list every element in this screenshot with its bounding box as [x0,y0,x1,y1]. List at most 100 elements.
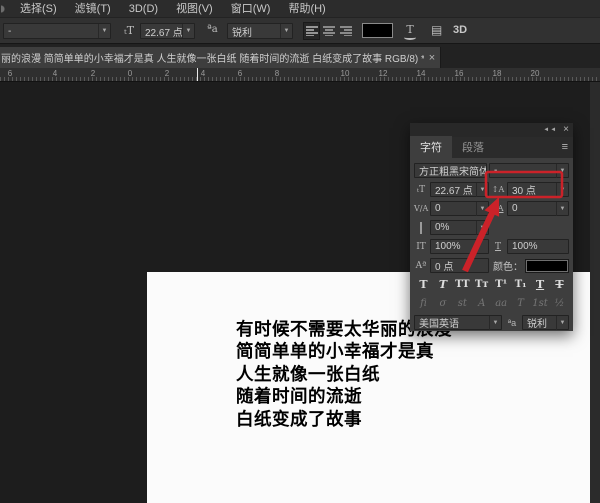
font-style-dropdown[interactable]: - ▼ [489,163,569,178]
opentype-feature-button[interactable]: st [454,297,471,310]
panel-tabs: 字符 段落 ≡ [410,137,573,158]
opentype-feature-button[interactable]: ½ [551,297,568,310]
anti-alias-dropdown[interactable]: 锐利 ▼ [227,23,293,39]
baseline-shift-value: 0 点 [431,258,488,273]
document-tab[interactable]: 丽的浪漫 简简单单的小幸福才是真 人生就像一张白纸 随着时间的流逝 白纸变成了故… [0,47,441,68]
ruler-tick-label: 4 [53,69,57,78]
ruler-tick-label: 0 [128,69,132,78]
chevron-down-icon: ▼ [280,24,292,38]
ruler-cursor-marker [197,68,198,81]
language-dropdown[interactable]: 美国英语 ▼ [414,315,502,330]
opentype-feature-button[interactable]: T [512,297,529,310]
ruler-tick-label: 2 [91,69,95,78]
close-icon[interactable]: × [563,125,569,135]
warp-arc [404,35,416,40]
proportional-spacing-icon [414,223,428,233]
align-right-button[interactable] [337,22,354,40]
horizontal-scale-input[interactable]: 100% [507,239,569,254]
font-family-dropdown[interactable]: 方正粗黑宋简体 [414,163,487,178]
leading-value: 30 点 [508,182,556,197]
baseline-shift-icon: Aª [414,261,428,271]
vertical-scale-input[interactable]: 100% [430,239,489,254]
ruler-tick-label: 10 [341,69,350,78]
style-italic-button[interactable]: T [434,278,451,292]
opentype-buttons-row: fiσstAaaT1st½ [414,296,569,311]
font-size-value: 22.67 点 [141,24,182,39]
chevron-down-icon: ▼ [489,316,501,330]
character-panel: ◄◄ × 字符 段落 ≡ 方正粗黑宋简体 - ▼ ₜT 22.67 点 [410,123,573,331]
font-style-dropdown[interactable]: - ▼ [3,23,111,39]
font-size-icon: ₜT [414,185,428,195]
canvas-text-line: 简简单单的小幸福才是真 [236,340,452,362]
ruler-tick-label: 6 [8,69,12,78]
align-left-button[interactable] [303,22,320,40]
opentype-feature-button[interactable]: σ [434,297,451,310]
style-underline-button[interactable]: T [532,278,549,292]
menu-item[interactable]: 3D(D) [120,0,167,18]
font-size-dropdown[interactable]: 22.67 点 ▼ [430,182,489,197]
style-caps-button[interactable]: TT [454,278,471,292]
photoshop-window: 选择(S)滤镜(T)3D(D)视图(V)窗口(W)帮助(H) - ▼ ₜT 22… [0,0,600,503]
canvas-text-line: 白纸变成了故事 [236,408,452,430]
ruler-tick-label: 2 [165,69,169,78]
leading-icon: ↕A [491,185,505,194]
document-tab-bar: 丽的浪漫 简简单单的小幸福才是真 人生就像一张白纸 随着时间的流逝 白纸变成了故… [0,44,600,68]
anti-alias-dropdown[interactable]: 锐利 ▼ [522,315,569,330]
language-value: 美国英语 [415,315,489,330]
font-size-dropdown[interactable]: 22.67 点 ▼ [140,23,195,39]
proportional-spacing-value: 0% [431,222,476,233]
kerning-dropdown[interactable]: 0 ▼ [430,201,489,216]
align-right-icon [340,26,352,36]
style-strike-button[interactable]: T [551,278,568,292]
ruler-tick-label: 4 [201,69,205,78]
warp-text-icon[interactable]: T [403,23,417,39]
tracking-icon: VA [491,204,505,213]
leading-dropdown[interactable]: 30 点 ▼ [507,182,569,197]
anti-alias-icon: ªa [504,318,520,328]
menu-item[interactable]: 窗口(W) [222,0,280,18]
3d-button[interactable]: 3D [453,24,467,40]
menu-item[interactable]: 滤镜(T) [66,0,120,18]
style-smallcaps-button[interactable]: Tт [473,278,490,292]
align-center-button[interactable] [320,22,337,40]
style-bold-button[interactable]: T [415,278,432,292]
window-edge-strip [590,82,600,503]
opentype-feature-button[interactable]: A [473,297,490,310]
font-size-icon: ₜT [124,24,134,40]
proportional-spacing-dropdown[interactable]: 0% ▼ [430,220,489,235]
text-tool-options-bar: - ▼ ₜT 22.67 点 ▼ ªa 锐利 ▼ [0,18,600,44]
style-sub-button[interactable]: T₁ [512,278,529,292]
collapse-panel-icon[interactable]: ◄◄ [543,127,557,133]
ruler-tick-label: 16 [455,69,464,78]
panel-color-swatch[interactable] [525,259,569,273]
color-label: 颜色： [493,258,523,273]
menu-item[interactable]: 视图(V) [167,0,222,18]
ruler-tick-label: 12 [379,69,388,78]
toggle-panels-icon[interactable]: ▤ [431,23,442,39]
font-family-value: 方正粗黑宋简体 [415,163,486,178]
kerning-value: 0 [431,203,476,214]
tab-paragraph[interactable]: 段落 [452,136,494,158]
anti-alias-icon: ªa [207,24,218,40]
tracking-dropdown[interactable]: 0 ▼ [507,201,569,216]
kerning-icon: V/A [414,204,428,213]
font-size-value: 22.67 点 [431,182,476,197]
opentype-feature-button[interactable]: 1st [532,297,549,310]
baseline-shift-input[interactable]: 0 点 [430,258,489,273]
ruler-tick-label: 6 [238,69,242,78]
menu-item[interactable]: 选择(S) [11,0,66,18]
panel-menu-icon[interactable]: ≡ [562,141,568,153]
vertical-scale-value: 100% [431,241,488,252]
panel-titlebar[interactable]: ◄◄ × [410,123,573,137]
menu-item[interactable]: 帮助(H) [279,0,334,18]
chevron-down-icon: ▼ [98,24,110,38]
chevron-down-icon: ▼ [556,316,568,330]
opentype-feature-button[interactable]: fi [415,297,432,310]
opentype-feature-button[interactable]: aa [493,297,510,310]
tab-character[interactable]: 字符 [410,136,452,158]
chevron-down-icon: ▼ [476,221,488,235]
close-icon[interactable]: × [424,52,440,64]
horizontal-scale-icon: T [491,242,505,252]
text-color-swatch[interactable] [362,23,393,38]
style-sup-button[interactable]: T¹ [493,278,510,292]
